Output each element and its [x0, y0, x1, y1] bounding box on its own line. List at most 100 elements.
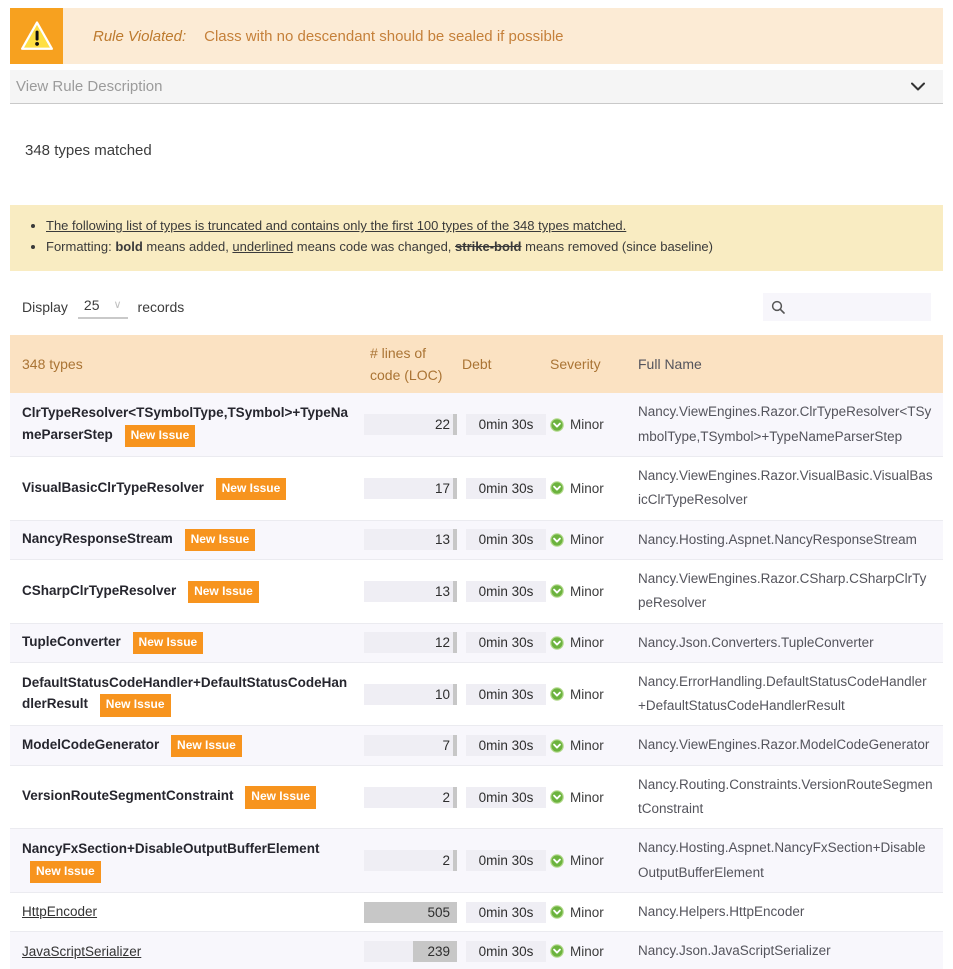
debt-value: 0min 30s	[466, 850, 546, 871]
rule-message: Class with no descendant should be seale…	[204, 28, 563, 45]
table-row: ModelCodeGenerator New Issue 7 0min 30s …	[10, 726, 943, 765]
header-full-name[interactable]: Full Name	[630, 348, 943, 380]
new-issue-badge: New Issue	[125, 425, 196, 447]
table-row: NancyResponseStream New Issue 13 0min 30…	[10, 521, 943, 560]
new-issue-badge: New Issue	[133, 632, 204, 654]
new-issue-badge: New Issue	[188, 581, 259, 603]
loc-value: 239	[427, 941, 450, 962]
new-issue-badge: New Issue	[100, 694, 171, 716]
full-name: Nancy.Json.Converters.TupleConverter	[630, 624, 943, 662]
loc-value: 2	[442, 787, 450, 808]
minor-severity-icon	[550, 739, 564, 753]
loc-value: 2	[442, 850, 450, 871]
type-name-link[interactable]: NancyResponseStream	[22, 531, 173, 546]
severity-cell: Minor	[548, 628, 630, 657]
type-name-link[interactable]: HttpEncoder	[22, 904, 97, 919]
debt-cell: 0min 30s	[460, 728, 548, 763]
minor-severity-icon	[550, 687, 564, 701]
rule-violated-banner: Rule Violated: Class with no descendant …	[10, 8, 943, 64]
type-name-link[interactable]: TupleConverter	[22, 634, 121, 649]
page-size-select[interactable]: 25 ∨	[78, 295, 128, 319]
type-cell: JavaScriptSerializer	[10, 934, 360, 969]
search-box[interactable]	[763, 293, 931, 321]
new-issue-badge: New Issue	[30, 861, 101, 883]
loc-cell: 13	[360, 574, 460, 609]
loc-bar-fill	[453, 684, 457, 705]
severity-label: Minor	[570, 635, 604, 650]
table-row: DefaultStatusCodeHandler+DefaultStatusCo…	[10, 663, 943, 727]
full-name: Nancy.Helpers.HttpEncoder	[630, 893, 943, 931]
new-issue-badge: New Issue	[245, 786, 316, 808]
note-formatting: Formatting: bold means added, underlined…	[46, 238, 929, 257]
loc-bar-fill	[453, 735, 457, 756]
type-name-link[interactable]: VisualBasicClrTypeResolver	[22, 480, 204, 495]
view-rule-description-label: View Rule Description	[16, 78, 162, 95]
notes-box: The following list of types is truncated…	[10, 205, 943, 271]
loc-bar: 17	[364, 478, 457, 499]
loc-value: 17	[435, 478, 450, 499]
type-cell: NancyFxSection+DisableOutputBufferElemen…	[10, 831, 360, 890]
chevron-down-icon[interactable]	[911, 82, 925, 91]
header-debt[interactable]: Debt	[460, 349, 548, 379]
severity-cell: Minor	[548, 937, 630, 966]
type-cell: ModelCodeGenerator New Issue	[10, 727, 360, 764]
view-rule-description-toggle[interactable]: View Rule Description	[10, 70, 943, 104]
severity-label: Minor	[570, 944, 604, 959]
full-name: Nancy.ViewEngines.Razor.VisualBasic.Visu…	[630, 457, 943, 520]
search-input[interactable]	[791, 299, 921, 314]
warning-triangle-icon	[20, 19, 54, 53]
loc-bar: 7	[364, 735, 457, 756]
debt-cell: 0min 30s	[460, 677, 548, 712]
debt-value: 0min 30s	[466, 941, 546, 962]
type-name-link[interactable]: ModelCodeGenerator	[22, 737, 159, 752]
type-name-link[interactable]: DefaultStatusCodeHandler+DefaultStatusCo…	[22, 675, 347, 712]
type-cell: VisualBasicClrTypeResolver New Issue	[10, 470, 360, 507]
full-name: Nancy.ViewEngines.Razor.ModelCodeGenerat…	[630, 726, 943, 764]
minor-severity-icon	[550, 944, 564, 958]
debt-value: 0min 30s	[466, 581, 546, 602]
type-name-link[interactable]: CSharpClrTypeResolver	[22, 583, 176, 598]
select-chevron-icon: ∨	[113, 298, 121, 311]
full-name: Nancy.ErrorHandling.DefaultStatusCodeHan…	[630, 663, 943, 726]
loc-bar: 10	[364, 684, 457, 705]
type-cell: TupleConverter New Issue	[10, 624, 360, 661]
severity-label: Minor	[570, 853, 604, 868]
header-loc[interactable]: # lines of code (LOC)	[360, 335, 460, 394]
page: Rule Violated: Class with no descendant …	[0, 0, 953, 969]
severity-cell: Minor	[548, 525, 630, 554]
type-cell: VersionRouteSegmentConstraint New Issue	[10, 778, 360, 815]
header-severity[interactable]: Severity	[548, 349, 630, 379]
loc-bar-fill	[453, 478, 457, 499]
search-icon	[771, 300, 785, 314]
loc-bar-fill	[453, 850, 457, 871]
table-row: JavaScriptSerializer 239 0min 30s Minor …	[10, 932, 943, 969]
debt-value: 0min 30s	[466, 414, 546, 435]
type-name-link[interactable]: JavaScriptSerializer	[22, 944, 141, 959]
page-size-value: 25	[84, 297, 100, 313]
loc-cell: 7	[360, 728, 460, 763]
debt-cell: 0min 30s	[460, 471, 548, 506]
full-name: Nancy.ViewEngines.Razor.ClrTypeResolver<…	[630, 393, 943, 456]
severity-cell: Minor	[548, 731, 630, 760]
minor-severity-icon	[550, 418, 564, 432]
type-name-link[interactable]: NancyFxSection+DisableOutputBufferElemen…	[22, 841, 319, 856]
severity-cell: Minor	[548, 846, 630, 875]
table-row: HttpEncoder 505 0min 30s Minor Nancy.Hel…	[10, 893, 943, 932]
note-truncated: The following list of types is truncated…	[46, 217, 929, 236]
loc-cell: 22	[360, 407, 460, 442]
type-name-link[interactable]: VersionRouteSegmentConstraint	[22, 788, 234, 803]
loc-bar-fill	[453, 529, 457, 550]
table-controls: Display 25 ∨ records	[10, 293, 943, 321]
debt-value: 0min 30s	[466, 684, 546, 705]
header-types[interactable]: 348 types	[10, 348, 360, 380]
severity-cell: Minor	[548, 474, 630, 503]
loc-cell: 17	[360, 471, 460, 506]
loc-bar: 13	[364, 581, 457, 602]
severity-cell: Minor	[548, 410, 630, 439]
table-row: NancyFxSection+DisableOutputBufferElemen…	[10, 829, 943, 893]
loc-bar: 13	[364, 529, 457, 550]
minor-severity-icon	[550, 636, 564, 650]
debt-value: 0min 30s	[466, 632, 546, 653]
full-name: Nancy.Hosting.Aspnet.NancyFxSection+Disa…	[630, 829, 943, 892]
debt-value: 0min 30s	[466, 735, 546, 756]
